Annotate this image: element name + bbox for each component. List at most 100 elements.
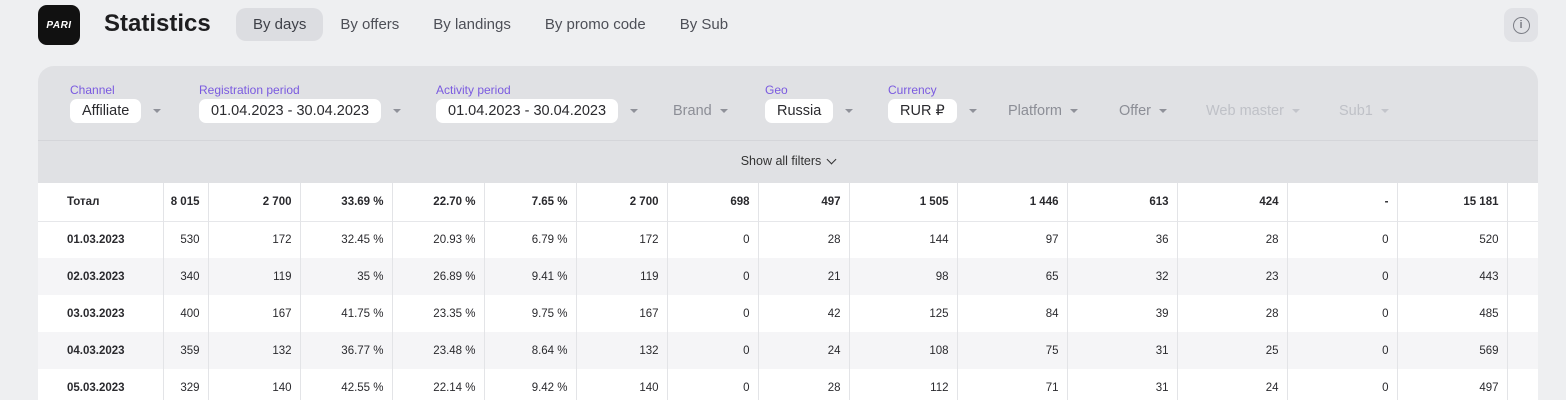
row-date-cell: 04.03.2023 bbox=[38, 332, 164, 369]
table-total-row: Тотал 8 015 2 700 33.69 % 22.70 % 7.65 % 2 700… bbox=[38, 183, 1538, 221]
table-cell: 39 bbox=[1067, 295, 1178, 332]
tab-by-promo-code[interactable]: By promo code bbox=[528, 8, 663, 41]
registration-period-filter: Registration period 01.04.2023 - 30.04.2… bbox=[199, 82, 402, 123]
table-cell: 497 bbox=[758, 183, 850, 221]
table-cell: 8.64 % bbox=[484, 332, 577, 369]
tab-by-landings[interactable]: By landings bbox=[416, 8, 528, 41]
table-cell: 132 bbox=[208, 332, 301, 369]
table-cell: 108 bbox=[849, 332, 958, 369]
table-cell: 26.89 % bbox=[392, 258, 485, 295]
table-cell: 23.48 % bbox=[392, 332, 485, 369]
table-cell: 2 700 bbox=[208, 183, 301, 221]
table-cell: 7.65 % bbox=[484, 183, 577, 221]
page-title: Statistics bbox=[104, 10, 211, 37]
table-cell bbox=[1507, 369, 1538, 400]
brand-filter[interactable]: Brand bbox=[673, 99, 728, 123]
channel-filter: Channel Affiliate bbox=[70, 82, 162, 123]
table-cell: 400 bbox=[163, 295, 209, 332]
table-cell: 28 bbox=[758, 369, 850, 400]
geo-label: Geo bbox=[765, 83, 788, 97]
sub1-filter: Sub1 bbox=[1339, 99, 1389, 123]
table-cell: 9.42 % bbox=[484, 369, 577, 400]
table-cell: 32 bbox=[1067, 258, 1178, 295]
table-cell: 2 700 bbox=[576, 183, 668, 221]
table-cell: 20.93 % bbox=[392, 221, 485, 258]
table-cell: 0 bbox=[667, 258, 759, 295]
table-cell: 167 bbox=[576, 295, 668, 332]
web-master-filter: Web master bbox=[1206, 99, 1300, 123]
table-cell: 32.45 % bbox=[300, 221, 393, 258]
currency-select[interactable]: RUR ₽ bbox=[888, 99, 957, 123]
activity-period-label: Activity period bbox=[436, 83, 511, 97]
table-cell: 1 446 bbox=[957, 183, 1068, 221]
chevron-down-icon[interactable] bbox=[630, 109, 639, 113]
table-cell: 167 bbox=[208, 295, 301, 332]
info-button[interactable]: i bbox=[1504, 8, 1538, 42]
activity-period-input[interactable]: 01.04.2023 - 30.04.2023 bbox=[436, 99, 619, 123]
chevron-down-icon[interactable] bbox=[968, 109, 977, 113]
table-cell: 98 bbox=[849, 258, 958, 295]
table-cell: 443 bbox=[1397, 258, 1508, 295]
table-cell: 140 bbox=[208, 369, 301, 400]
table-cell: 119 bbox=[208, 258, 301, 295]
table-cell: 6.79 % bbox=[484, 221, 577, 258]
table-cell: 0 bbox=[667, 295, 759, 332]
table-cell: 65 bbox=[957, 258, 1068, 295]
geo-select[interactable]: Russia bbox=[765, 99, 834, 123]
table-cell: 23.35 % bbox=[392, 295, 485, 332]
chevron-down-icon bbox=[826, 154, 837, 164]
platform-filter[interactable]: Platform bbox=[1008, 99, 1078, 123]
info-icon: i bbox=[1512, 16, 1530, 34]
chevron-down-icon bbox=[1158, 109, 1167, 113]
table-cell: 31 bbox=[1067, 369, 1178, 400]
tab-by-days[interactable]: By days bbox=[236, 8, 324, 41]
table-cell: 28 bbox=[1177, 221, 1288, 258]
table-cell bbox=[1507, 221, 1538, 258]
table-cell: 42.55 % bbox=[300, 369, 393, 400]
table-cell: 9.41 % bbox=[484, 258, 577, 295]
table-cell: 125 bbox=[849, 295, 958, 332]
table-cell: 0 bbox=[1287, 332, 1398, 369]
table-cell bbox=[1507, 295, 1538, 332]
table-cell: 613 bbox=[1067, 183, 1178, 221]
table-cell: 25 bbox=[1177, 332, 1288, 369]
table-cell: 36.77 % bbox=[300, 332, 393, 369]
table-cell: 0 bbox=[667, 221, 759, 258]
table-cell: 8 015 bbox=[163, 183, 209, 221]
table-cell: 0 bbox=[1287, 258, 1398, 295]
table-cell: 22.14 % bbox=[392, 369, 485, 400]
table-cell: 42 bbox=[758, 295, 850, 332]
tab-by-offers[interactable]: By offers bbox=[323, 8, 416, 41]
table-cell: 24 bbox=[758, 332, 850, 369]
chevron-down-icon bbox=[1291, 109, 1300, 113]
table-cell: 132 bbox=[576, 332, 668, 369]
table-row: 02.03.2023 340 119 35 % 26.89 % 9.41 % 119 0 21 9… bbox=[38, 258, 1538, 295]
table-cell: 485 bbox=[1397, 295, 1508, 332]
row-date-cell: 05.03.2023 bbox=[38, 369, 164, 400]
registration-period-input[interactable]: 01.04.2023 - 30.04.2023 bbox=[199, 99, 382, 123]
table-cell bbox=[1507, 332, 1538, 369]
table-cell: 36 bbox=[1067, 221, 1178, 258]
table-cell: 28 bbox=[1177, 295, 1288, 332]
chevron-down-icon[interactable] bbox=[393, 109, 402, 113]
show-all-filters-button[interactable]: Show all filters bbox=[38, 154, 1538, 168]
table-cell: 21 bbox=[758, 258, 850, 295]
channel-select[interactable]: Affiliate bbox=[70, 99, 142, 123]
table-cell: 497 bbox=[1397, 369, 1508, 400]
currency-filter: Currency RUR ₽ bbox=[888, 82, 977, 123]
table-cell: 359 bbox=[163, 332, 209, 369]
table-cell: 97 bbox=[957, 221, 1068, 258]
table-cell: 569 bbox=[1397, 332, 1508, 369]
chevron-down-icon[interactable] bbox=[845, 109, 854, 113]
table-cell: 28 bbox=[758, 221, 850, 258]
chevron-down-icon bbox=[1380, 109, 1389, 113]
chevron-down-icon[interactable] bbox=[153, 109, 162, 113]
pari-logo[interactable]: PARI bbox=[38, 5, 80, 45]
table-cell: 24 bbox=[1177, 369, 1288, 400]
table-cell: 75 bbox=[957, 332, 1068, 369]
top-bar: PARI Statistics By days By offers By lan… bbox=[0, 0, 1566, 50]
table-cell: 329 bbox=[163, 369, 209, 400]
statistics-panel: Channel Affiliate Registration period 01… bbox=[38, 66, 1538, 400]
tab-by-sub[interactable]: By Sub bbox=[663, 8, 745, 41]
offer-filter[interactable]: Offer bbox=[1119, 99, 1167, 123]
